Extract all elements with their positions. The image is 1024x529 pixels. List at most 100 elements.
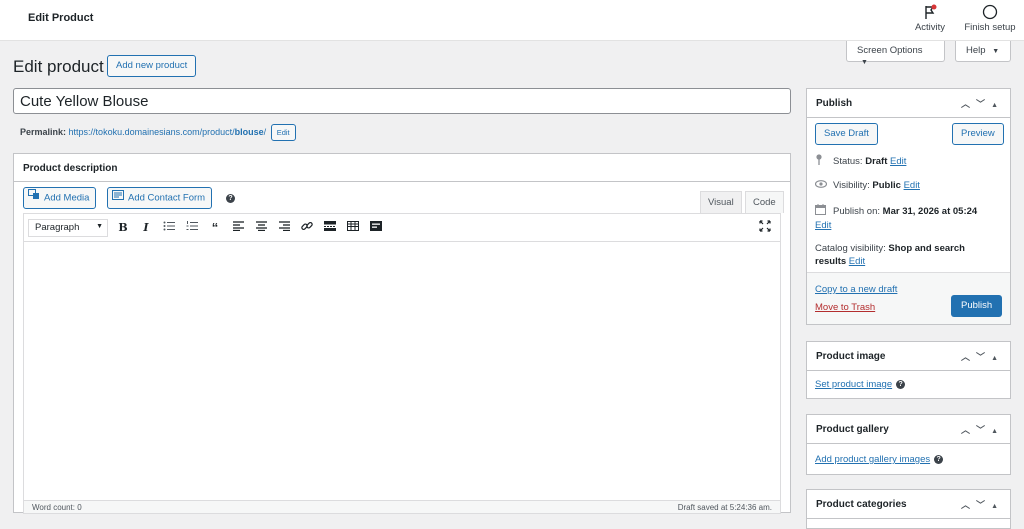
publish-button[interactable]: Publish [951, 295, 1003, 317]
editor-toolbar: Paragraph ▼ B I “ [23, 213, 781, 242]
toggle-triangle-icon[interactable]: ▲ [991, 102, 1004, 109]
toggle-triangle-icon[interactable]: ▲ [991, 428, 1004, 435]
tab-visual[interactable]: Visual [700, 191, 742, 213]
product-title-input[interactable] [13, 88, 791, 114]
help-icon[interactable]: ? [934, 454, 944, 464]
align-center-icon[interactable] [253, 220, 269, 236]
product-image-title: Product image [816, 351, 886, 362]
product-categories-box: Product categories ︿﹀▲ [806, 489, 1011, 529]
chevron-down-icon[interactable]: ﹀ [976, 352, 991, 362]
contact-form-icon [112, 188, 124, 208]
box-controls: ︿﹀▲ [961, 498, 1004, 511]
visibility-row: Visibility: Public Edit [814, 179, 920, 192]
progress-circle-icon [982, 4, 998, 20]
italic-icon[interactable]: I [138, 220, 154, 236]
catalog-visibility-edit-link[interactable]: Edit [849, 256, 865, 267]
product-image-box: Product image ︿﹀▲ Set product image? [806, 341, 1011, 399]
permalink-slug: blouse [234, 126, 264, 137]
add-contact-form-label: Add Contact Form [128, 192, 206, 204]
preview-button[interactable]: Preview [952, 123, 1004, 145]
help-button[interactable]: Help ▼ [955, 41, 1011, 62]
flag-icon [925, 4, 937, 19]
product-categories-title: Product categories [816, 499, 907, 510]
product-description-header: Product description [14, 154, 790, 182]
catalog-visibility-value: Shop and search [888, 243, 965, 254]
product-gallery-header: Product gallery ︿﹀▲ [807, 415, 1010, 444]
chevron-up-icon[interactable]: ︿ [961, 352, 976, 362]
top-bar: Edit Product Activity Finish setup [0, 0, 1024, 41]
align-right-icon[interactable] [276, 220, 292, 236]
publish-title: Publish [816, 98, 853, 109]
publish-on-edit-link[interactable]: Edit [815, 220, 831, 231]
add-media-button[interactable]: Add Media [23, 187, 97, 209]
box-controls: ︿﹀▲ [961, 423, 1004, 436]
catalog-visibility-label: Catalog visibility: [815, 243, 886, 254]
visibility-value: Public [872, 180, 901, 192]
toolbar-toggle-icon[interactable] [345, 220, 361, 236]
set-product-image-link[interactable]: Set product image [815, 379, 892, 390]
catalog-visibility-row: Catalog visibility: Shop and search resul… [815, 242, 1005, 268]
numbered-list-icon[interactable] [184, 220, 200, 236]
visibility-edit-link[interactable]: Edit [904, 180, 920, 191]
publish-header: Publish ︿﹀▲ [807, 89, 1010, 118]
chevron-down-icon[interactable]: ﹀ [976, 99, 991, 109]
link-icon[interactable] [299, 220, 315, 236]
caret-down-icon: ▼ [96, 223, 103, 230]
visibility-label: Visibility: [833, 180, 870, 192]
bold-icon[interactable]: B [115, 220, 131, 236]
help-icon[interactable]: ? [226, 194, 235, 203]
bulleted-list-icon[interactable] [161, 220, 177, 236]
chevron-up-icon[interactable]: ︿ [961, 99, 976, 109]
finish-setup-label: Finish setup [964, 22, 1016, 33]
permalink-label: Permalink: [20, 126, 67, 137]
move-to-trash-link[interactable]: Move to Trash [815, 301, 875, 314]
publish-on-row: Publish on: Mar 31, 2026 at 05:24 Edit [815, 204, 1005, 232]
chevron-up-icon[interactable]: ︿ [961, 425, 976, 435]
permalink-row: Permalink: https://tokoku.domainesians.c… [20, 124, 296, 141]
add-media-label: Add Media [44, 192, 90, 204]
chevron-down-icon[interactable]: ﹀ [976, 500, 991, 510]
toggle-triangle-icon[interactable]: ▲ [991, 355, 1004, 362]
status-value: Draft [865, 156, 888, 168]
finish-setup-button[interactable]: Finish setup [962, 4, 1018, 33]
copy-to-new-draft-link[interactable]: Copy to a new draft [815, 283, 897, 296]
chevron-up-icon[interactable]: ︿ [961, 500, 976, 510]
format-select-value: Paragraph [35, 222, 80, 233]
editor-content-area[interactable] [23, 242, 781, 500]
form-icon[interactable] [368, 220, 384, 236]
add-media-icon [28, 188, 40, 208]
align-left-icon[interactable] [230, 220, 246, 236]
status-edit-link[interactable]: Edit [890, 156, 906, 167]
publish-box: Publish ︿﹀▲ Save Draft Preview Status: D… [806, 88, 1011, 325]
permalink-base: https://tokoku.domainesians.com/product/ [68, 126, 235, 137]
page-title: Edit product [13, 57, 104, 76]
status-row: Status: Draft Edit [815, 154, 906, 169]
chevron-down-icon[interactable]: ﹀ [976, 425, 991, 435]
activity-label: Activity [914, 22, 946, 33]
save-draft-button[interactable]: Save Draft [815, 123, 878, 145]
eye-icon [814, 179, 828, 192]
read-more-icon[interactable] [322, 220, 338, 236]
help-icon[interactable]: ? [896, 379, 906, 389]
page-header-title: Edit Product [28, 12, 94, 24]
product-image-header: Product image ︿﹀▲ [807, 342, 1010, 371]
publish-on-value: Mar 31, 2026 at 05:24 [882, 206, 978, 218]
toggle-triangle-icon[interactable]: ▲ [991, 503, 1004, 510]
help-label: Help [966, 45, 986, 56]
fullscreen-icon[interactable] [757, 220, 773, 236]
tab-code[interactable]: Code [745, 191, 784, 213]
screen-options-label: Screen Options [857, 45, 923, 56]
permalink-link[interactable]: https://tokoku.domainesians.com/product/… [69, 127, 267, 137]
add-contact-form-button[interactable]: Add Contact Form [107, 187, 213, 209]
activity-button[interactable]: Activity [910, 4, 950, 33]
screen-options-button[interactable]: Screen Options ▼ [846, 41, 945, 66]
box-controls: ︿﹀▲ [961, 350, 1004, 363]
permalink-edit-button[interactable]: Edit [270, 124, 296, 141]
add-new-product-button[interactable]: Add new product [107, 55, 197, 77]
publish-actions: Copy to a new draft Move to Trash Publis… [807, 272, 1010, 324]
format-select[interactable]: Paragraph ▼ [28, 219, 108, 237]
add-product-gallery-link[interactable]: Add product gallery images [815, 454, 930, 465]
blockquote-icon[interactable]: “ [207, 220, 223, 236]
publish-on-label: Publish on: [833, 206, 881, 218]
status-label: Status: [833, 156, 863, 168]
